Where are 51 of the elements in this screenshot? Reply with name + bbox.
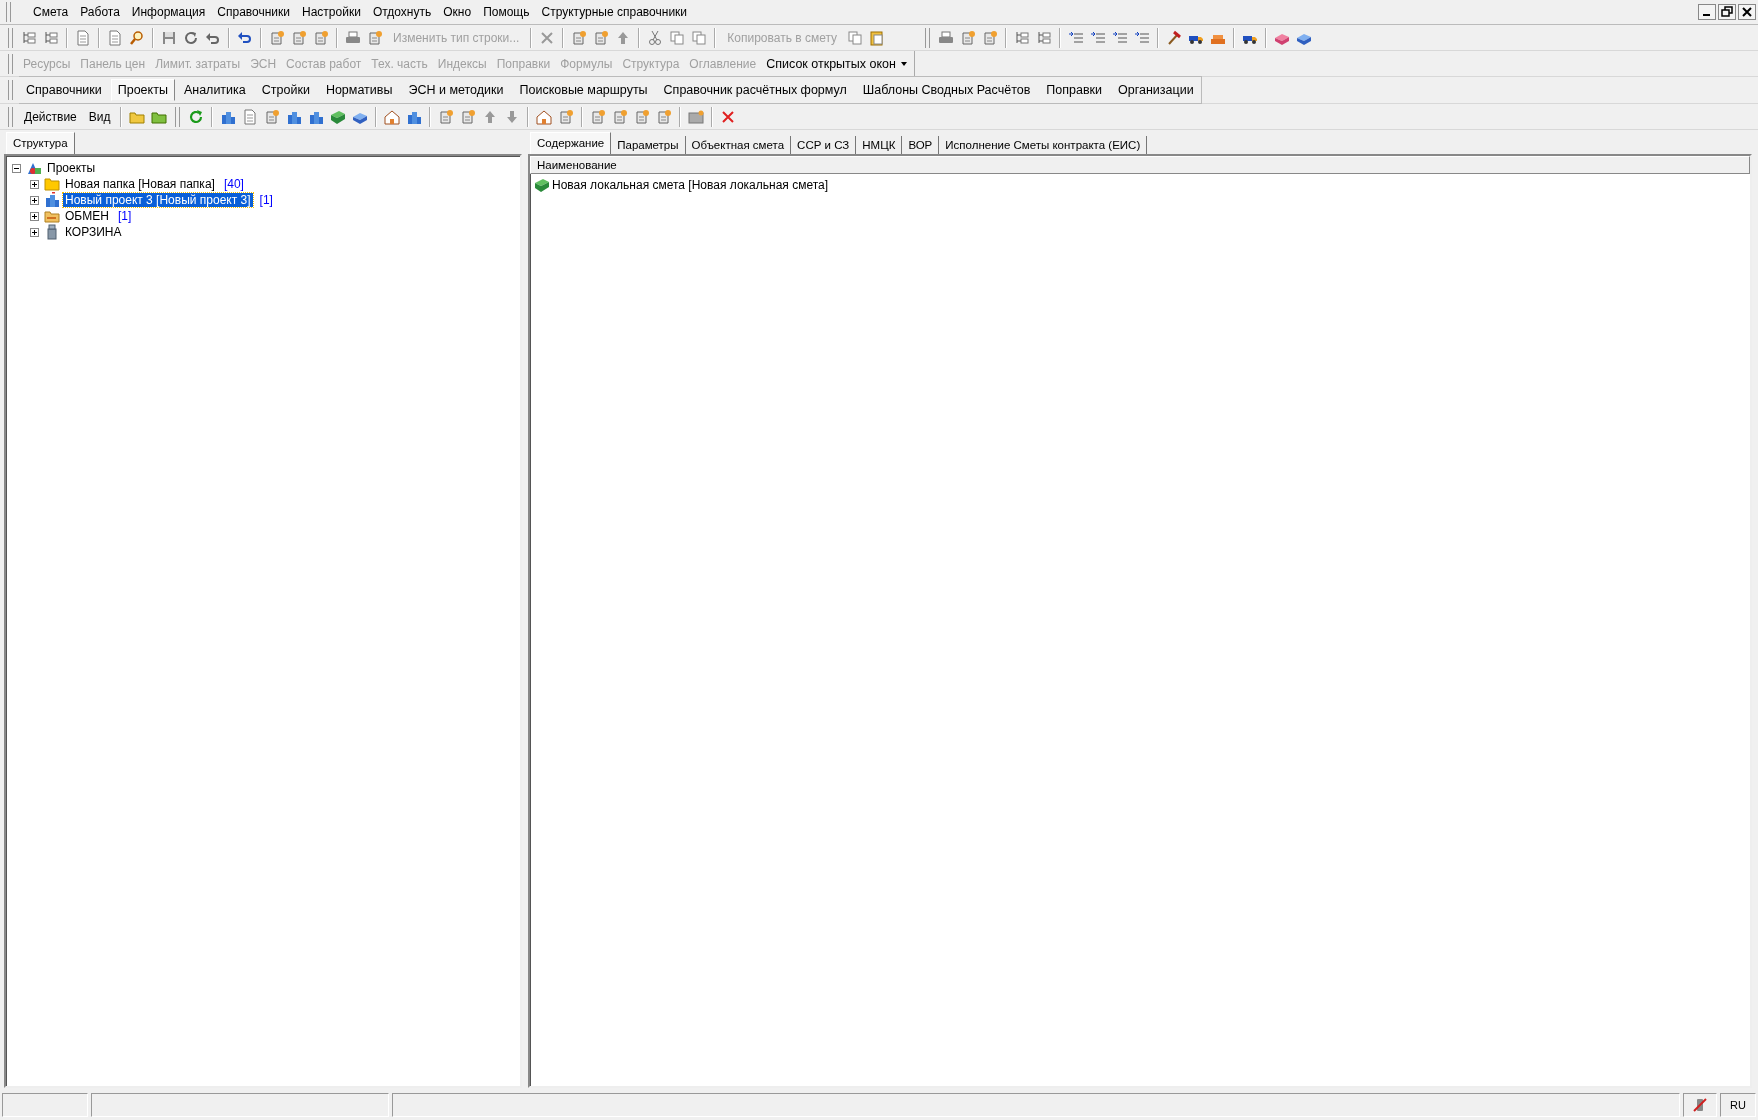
menu-item[interactable]: Настройки: [296, 5, 367, 19]
list-item[interactable]: Новая локальная смета [Новая локальная смета]: [552, 178, 829, 192]
column-header[interactable]: Наименование: [530, 156, 1750, 174]
caret-icon: [899, 60, 908, 67]
action-menu[interactable]: Действие: [19, 107, 82, 126]
menu-item[interactable]: Смета: [27, 5, 75, 19]
no-sound-icon[interactable]: [1692, 1097, 1708, 1113]
expand-icon[interactable]: [30, 179, 39, 189]
tree-item[interactable]: Новый проект 3 [Новый проект 3]: [63, 193, 253, 207]
item-count: [1]: [117, 209, 132, 223]
close-icon[interactable]: [1738, 4, 1756, 20]
menu-item[interactable]: Справочники: [211, 5, 297, 19]
expand-icon[interactable]: [30, 195, 39, 205]
nav-tab[interactable]: Шаблоны Сводных Расчётов: [855, 79, 1038, 101]
restore-icon[interactable]: [1718, 4, 1736, 20]
tree-item[interactable]: Проекты: [45, 161, 98, 175]
tree-item[interactable]: Новая папка [Новая папка]: [63, 177, 217, 191]
book-icon: [534, 177, 550, 193]
nav-tab[interactable]: Организации: [1111, 79, 1201, 101]
menu-item[interactable]: Работа: [74, 5, 126, 19]
trash-icon: [44, 224, 60, 240]
nav-tab[interactable]: Нормативы: [318, 79, 400, 101]
menu-item[interactable]: Помощь: [477, 5, 536, 19]
nav-tab[interactable]: Поисковые маршруты: [512, 79, 655, 101]
nav-tab[interactable]: Поправки: [1039, 79, 1110, 101]
nav-tab[interactable]: Справочники: [19, 79, 109, 101]
expand-icon[interactable]: [30, 211, 39, 221]
minimize-icon[interactable]: [1698, 4, 1716, 20]
folder-icon: [44, 176, 60, 192]
tree-item[interactable]: ОБМЕН: [63, 209, 111, 223]
menu-item[interactable]: Отдохнуть: [366, 5, 438, 19]
content-tab[interactable]: Содержание: [530, 132, 612, 154]
menu-item[interactable]: Информация: [125, 5, 212, 19]
collapse-icon[interactable]: [12, 163, 21, 173]
nav-tab[interactable]: Проекты: [110, 79, 175, 101]
item-count: [40]: [223, 177, 244, 191]
building-icon: [44, 192, 60, 208]
folder-icon: [44, 208, 60, 224]
tree-item[interactable]: КОРЗИНА: [63, 225, 124, 239]
expand-icon[interactable]: [30, 227, 39, 237]
open-windows-dropdown[interactable]: Список открытых окон: [762, 54, 912, 73]
language-indicator[interactable]: RU: [1720, 1093, 1756, 1117]
panel-tab[interactable]: Структура: [6, 132, 75, 154]
menu-item[interactable]: Структурные справочники: [535, 5, 694, 19]
nav-tab[interactable]: Справочник расчётных формул: [656, 79, 854, 101]
nav-tab[interactable]: ЭСН и методики: [401, 79, 511, 101]
nav-tab[interactable]: Стройки: [254, 79, 317, 101]
action-menu[interactable]: Вид: [83, 107, 116, 126]
menu-item[interactable]: Окно: [437, 5, 478, 19]
item-count: [1]: [259, 193, 273, 207]
nav-tab[interactable]: Аналитика: [176, 79, 253, 101]
